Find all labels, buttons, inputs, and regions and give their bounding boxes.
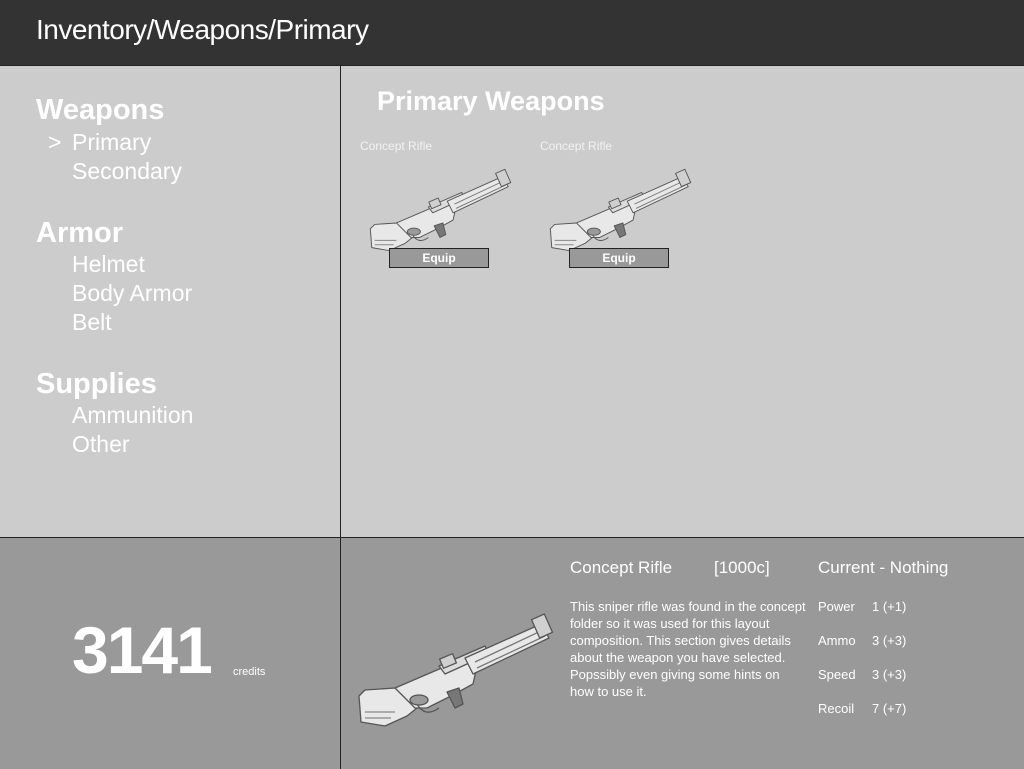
wallet-panel: 3141 credits [0,537,341,769]
sidebar-item-belt[interactable]: Belt [72,309,112,336]
sniper-rifle-icon[interactable] [365,162,515,252]
weapon-card-name: Concept Rifle [360,139,433,153]
current-equipped: Current - Nothing [818,558,949,577]
sidebar-item-secondary[interactable]: Secondary [72,158,182,185]
sidebar-item-primary[interactable]: Primary [72,129,151,156]
credits-amount: 3141 [72,613,213,687]
header-bar: Inventory/Weapons/Primary [0,0,1024,66]
category-heading-supplies: Supplies [36,368,157,400]
detail-weapon-name: Concept Rifle [570,558,673,577]
breadcrumb: Inventory/Weapons/Primary [36,14,369,45]
weapon-description: This sniper rifle was found in the conce… [570,599,806,699]
stat-speed-value: 3 (+3) [872,667,907,682]
stat-power-value: 1 (+1) [872,599,907,614]
stat-speed-label: Speed [818,667,856,682]
stat-recoil-value: 7 (+7) [872,701,907,716]
sniper-rifle-icon [355,604,555,728]
category-heading-armor: Armor [36,217,124,249]
weapon-card-name: Concept Rifle [540,139,613,153]
sidebar-item-other[interactable]: Other [72,431,130,458]
equip-button[interactable]: Equip [569,248,669,268]
sidebar-item-ammunition[interactable]: Ammunition [72,402,193,429]
category-heading-weapons: Weapons [36,94,165,126]
selected-marker: > [48,129,62,155]
sidebar-item-helmet[interactable]: Helmet [72,251,145,278]
stat-ammo-label: Ammo [818,633,856,648]
sidebar-item-body-armor[interactable]: Body Armor [72,280,192,307]
sniper-rifle-icon[interactable] [545,162,695,252]
page-title: Primary Weapons [377,86,605,116]
weapon-details-panel: Concept Rifle [1000c] Current - Nothing … [341,537,1024,769]
credits-label: credits [233,666,266,678]
equip-button[interactable]: Equip [389,248,489,268]
stat-ammo-value: 3 (+3) [872,633,907,648]
weapon-list-panel: Primary Weapons Concept Rifle Equip Conc… [341,66,1024,537]
detail-weapon-price: [1000c] [714,558,770,577]
stat-recoil-label: Recoil [818,701,855,716]
category-sidebar: Weapons > Primary Secondary Armor Helmet… [0,66,341,537]
stat-power-label: Power [818,599,855,614]
